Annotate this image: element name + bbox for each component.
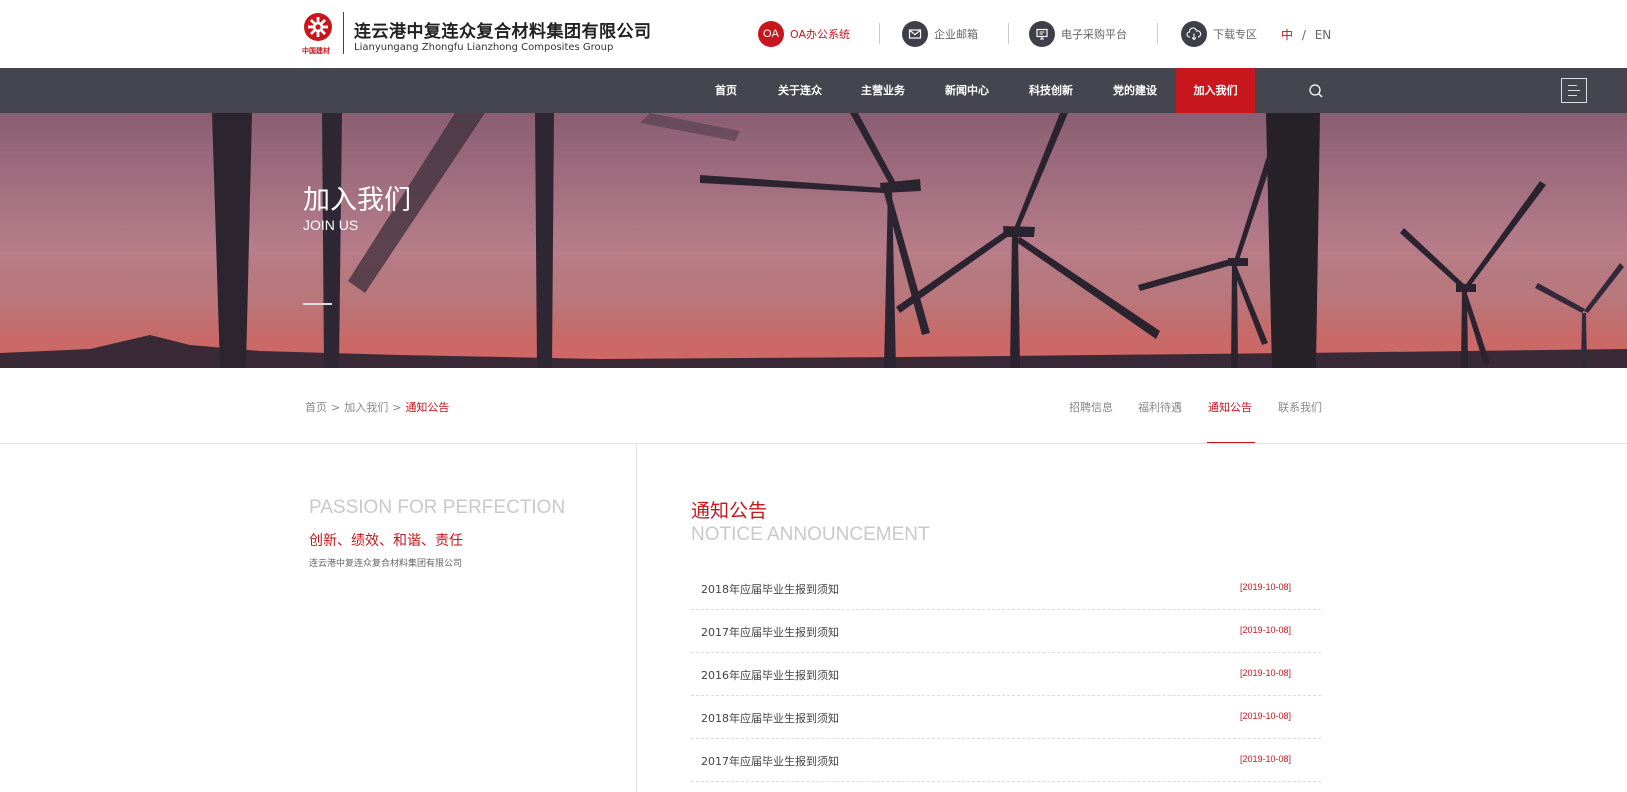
procurement-icon: [1029, 21, 1055, 47]
procurement-platform-label: 电子采购平台: [1061, 28, 1127, 41]
section-subtitle: NOTICE ANNOUNCEMENT: [691, 524, 930, 545]
lang-zh[interactable]: 中: [1281, 28, 1293, 42]
nav-item-business[interactable]: 主营业务: [855, 68, 911, 113]
subtab-notices[interactable]: 通知公告: [1208, 399, 1252, 415]
lang-en[interactable]: EN: [1315, 28, 1332, 42]
list-item[interactable]: 2018年应届毕业生报到须知 [2019-10-08]: [691, 567, 1321, 610]
banner-title: 加入我们: [303, 185, 411, 216]
company-name-en: Lianyungang Zhongfu Lianzhong Composites…: [354, 42, 614, 53]
download-zone-label: 下载专区: [1213, 28, 1257, 41]
subtab-contact[interactable]: 联系我们: [1278, 399, 1322, 415]
list-item[interactable]: 2018年应届毕业生报到须知 [2019-10-08]: [691, 696, 1321, 739]
subtab-benefits[interactable]: 福利待遇: [1138, 399, 1182, 415]
breadcrumb-home[interactable]: 首页: [305, 401, 327, 414]
procurement-platform-link[interactable]: 电子采购平台: [1029, 20, 1127, 48]
oa-icon: OA: [758, 21, 784, 47]
top-header: 中国建材 连云港中复连众复合材料集团有限公司 Lianyungang Zhong…: [0, 0, 1627, 68]
notice-title[interactable]: 2017年应届毕业生报到须知: [701, 624, 839, 640]
core-values: 创新、绩效、和谐、责任: [309, 533, 463, 549]
nav-item-news[interactable]: 新闻中心: [939, 68, 995, 113]
tool-divider: [879, 23, 880, 44]
notice-date: [2019-10-08]: [1239, 582, 1291, 592]
slogan-en: PASSION FOR PERFECTION: [309, 497, 566, 518]
mail-icon: [902, 21, 928, 47]
breadcrumb-current[interactable]: 通知公告: [405, 401, 449, 414]
left-company-name: 连云港中复连众复合材料集团有限公司: [309, 559, 463, 569]
breadcrumb-separator: >: [392, 401, 402, 414]
banner-subtitle: JOIN US: [303, 217, 359, 233]
list-item[interactable]: 2016年应届毕业生报到须知 [2019-10-08]: [691, 653, 1321, 696]
enterprise-mail-label: 企业邮箱: [934, 28, 978, 41]
breadcrumb-join-us[interactable]: 加入我们: [344, 401, 388, 414]
tool-divider: [1157, 23, 1158, 44]
nav-item-about[interactable]: 关于连众: [772, 68, 828, 113]
list-item[interactable]: 2017年应届毕业生报到须知 [2019-10-08]: [691, 739, 1321, 782]
nav-item-join-us[interactable]: 加入我们: [1176, 68, 1255, 113]
notice-date: [2019-10-08]: [1239, 754, 1291, 764]
language-switcher: 中 / EN: [1281, 26, 1331, 43]
wind-turbine-image: [0, 113, 1627, 368]
section-divider: [0, 443, 1627, 444]
breadcrumb: 首页 > 加入我们 > 通知公告: [305, 399, 449, 415]
notice-title[interactable]: 2016年应届毕业生报到须知: [701, 667, 839, 683]
tool-divider: [1008, 23, 1009, 44]
logo-subtext: 中国建材: [302, 47, 330, 55]
logo-divider: [343, 12, 344, 54]
cloud-download-icon: [1181, 21, 1207, 47]
nav-item-innovation[interactable]: 科技创新: [1023, 68, 1079, 113]
notice-date: [2019-10-08]: [1239, 668, 1291, 678]
notice-list: 2018年应届毕业生报到须知 [2019-10-08] 2017年应届毕业生报到…: [691, 567, 1321, 782]
subtab-recruitment[interactable]: 招聘信息: [1069, 399, 1113, 415]
oa-system-label: OA办公系统: [790, 28, 850, 41]
notice-date: [2019-10-08]: [1239, 625, 1291, 635]
column-divider: [636, 444, 637, 792]
page-banner: [0, 113, 1627, 368]
company-name-cn: 连云港中复连众复合材料集团有限公司: [354, 22, 652, 42]
section-title: 通知公告: [691, 500, 768, 522]
notice-title[interactable]: 2018年应届毕业生报到须知: [701, 710, 839, 726]
enterprise-mail-link[interactable]: 企业邮箱: [902, 20, 978, 48]
notice-title[interactable]: 2017年应届毕业生报到须知: [701, 753, 839, 769]
list-item[interactable]: 2017年应届毕业生报到须知 [2019-10-08]: [691, 610, 1321, 653]
nav-item-home[interactable]: 首页: [704, 68, 748, 113]
main-nav: 首页 关于连众 主营业务 新闻中心 科技创新 党的建设 加入我们: [0, 68, 1627, 113]
lang-separator: /: [1301, 28, 1306, 42]
download-zone-link[interactable]: 下载专区: [1181, 20, 1257, 48]
menu-toggle-icon[interactable]: [1561, 78, 1587, 103]
notice-title[interactable]: 2018年应届毕业生报到须知: [701, 581, 839, 597]
search-icon[interactable]: [1307, 82, 1325, 100]
oa-system-link[interactable]: OA OA办公系统: [758, 20, 850, 48]
banner-divider: [303, 303, 332, 305]
nav-item-party[interactable]: 党的建设: [1107, 68, 1163, 113]
notice-date: [2019-10-08]: [1239, 711, 1291, 721]
breadcrumb-separator: >: [331, 401, 341, 414]
